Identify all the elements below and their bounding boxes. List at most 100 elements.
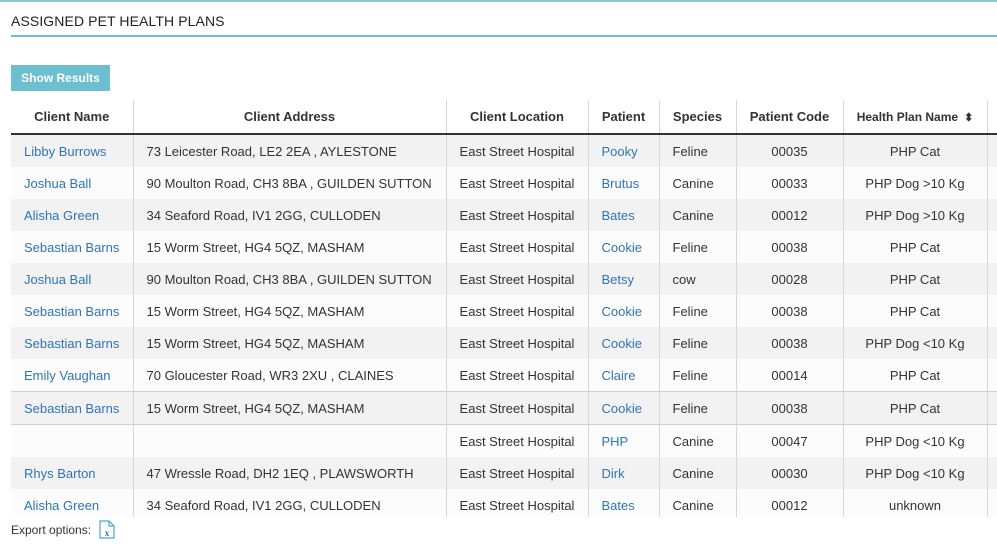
patient-link[interactable]: Cookie <box>602 304 642 319</box>
patient-code-cell: 00035 <box>736 134 844 167</box>
column-header-client-location[interactable]: Client Location <box>446 100 589 135</box>
client-address-cell: 47 Wressle Road, DH2 1EQ , PLAWSWORTH <box>133 457 447 489</box>
client-name-link[interactable]: Rhys Barton <box>24 466 96 481</box>
column-header-overflow <box>987 100 997 135</box>
health-plan-cell: PHP Cat <box>843 295 988 327</box>
patient-code-cell: 00033 <box>736 167 844 199</box>
client-name-link[interactable]: Alisha Green <box>24 208 99 223</box>
species-cell: Canine <box>659 457 737 489</box>
patient-link[interactable]: Bates <box>602 208 635 223</box>
client-name-cell: Sebastian Barns <box>11 295 134 327</box>
patient-cell: Bates <box>588 489 660 517</box>
overflow-cell <box>987 199 997 231</box>
column-header-patient[interactable]: Patient <box>588 100 660 135</box>
patient-link[interactable]: Cookie <box>602 401 642 416</box>
excel-export-icon[interactable]: x <box>99 520 115 539</box>
column-header-client-name[interactable]: Client Name <box>11 100 134 135</box>
overflow-cell <box>987 391 997 425</box>
patient-code-cell: 00047 <box>736 424 844 457</box>
patient-link[interactable]: Betsy <box>602 272 635 287</box>
client-name-cell: Sebastian Barns <box>11 391 134 425</box>
client-location-cell: East Street Hospital <box>446 424 589 457</box>
table-row: Emily Vaughan 70 Gloucester Road, WR3 2XU… <box>11 359 997 392</box>
patient-link[interactable]: Cookie <box>602 336 642 351</box>
column-header-client-address[interactable]: Client Address <box>133 100 447 135</box>
client-address-cell: 15 Worm Street, HG4 5QZ, MASHAM <box>133 391 447 425</box>
client-name-link[interactable]: Sebastian Barns <box>24 240 119 255</box>
patient-link[interactable]: Dirk <box>602 466 625 481</box>
table-row: Rhys Barton 47 Wressle Road, DH2 1EQ , PL… <box>11 457 997 489</box>
health-plan-cell: PHP Cat <box>843 134 988 167</box>
table-row: Sebastian Barns 15 Worm Street, HG4 5QZ, … <box>11 327 997 359</box>
export-options-label: Export options: <box>11 522 92 537</box>
client-location-cell: East Street Hospital <box>446 489 589 517</box>
overflow-cell <box>987 327 997 359</box>
patient-link[interactable]: Pooky <box>602 144 638 159</box>
client-address-cell: 90 Moulton Road, CH3 8BA , GUILDEN SUTTO… <box>133 263 447 295</box>
overflow-cell <box>987 489 997 517</box>
client-name-link[interactable]: Libby Burrows <box>24 144 106 159</box>
health-plan-cell: PHP Dog <10 Kg <box>843 457 988 489</box>
client-name-link[interactable]: Sebastian Barns <box>24 401 119 416</box>
patient-link[interactable]: Claire <box>602 368 636 383</box>
column-header-species[interactable]: Species <box>659 100 737 135</box>
client-name-link[interactable]: Sebastian Barns <box>24 304 119 319</box>
species-cell: Feline <box>659 391 737 425</box>
patient-cell: Cookie <box>588 231 660 263</box>
top-accent-line <box>0 0 997 2</box>
health-plan-cell: PHP Dog >10 Kg <box>843 167 988 199</box>
client-name-link[interactable]: Sebastian Barns <box>24 336 119 351</box>
species-cell: cow <box>659 263 737 295</box>
species-cell: Feline <box>659 231 737 263</box>
patient-cell: Cookie <box>588 295 660 327</box>
table-row: Sebastian Barns 15 Worm Street, HG4 5QZ, … <box>11 295 997 327</box>
client-name-link[interactable]: Emily Vaughan <box>24 368 110 383</box>
patient-cell: PHP <box>588 424 660 457</box>
svg-text:x: x <box>105 528 110 538</box>
table-row: Alisha Green 34 Seaford Road, IV1 2GG, CU… <box>11 489 997 517</box>
table-body: Libby Burrows 73 Leicester Road, LE2 2EA … <box>11 134 997 517</box>
patient-cell: Pooky <box>588 134 660 167</box>
client-name-cell: Sebastian Barns <box>11 327 134 359</box>
patient-cell: Cookie <box>588 391 660 425</box>
column-header-patient-code[interactable]: Patient Code <box>736 100 844 135</box>
client-address-cell <box>133 424 447 457</box>
health-plan-cell: PHP Cat <box>843 263 988 295</box>
client-location-cell: East Street Hospital <box>446 231 589 263</box>
client-name-cell: Sebastian Barns <box>11 231 134 263</box>
health-plan-cell: PHP Cat <box>843 231 988 263</box>
patient-code-cell: 00038 <box>736 391 844 425</box>
client-name-cell: Alisha Green <box>11 199 134 231</box>
client-location-cell: East Street Hospital <box>446 327 589 359</box>
table-row: Joshua Ball 90 Moulton Road, CH3 8BA , GU… <box>11 263 997 295</box>
table-row: East Street Hospital PHP Canine 00047 PHP Do… <box>11 424 997 457</box>
client-location-cell: East Street Hospital <box>446 295 589 327</box>
patient-code-cell: 00038 <box>736 295 844 327</box>
show-results-button[interactable]: Show Results <box>11 65 110 91</box>
client-name-link[interactable]: Joshua Ball <box>24 176 91 191</box>
patient-code-cell: 00014 <box>736 359 844 392</box>
column-header-health-plan-name[interactable]: Health Plan Name ⬍ <box>843 100 988 135</box>
client-location-cell: East Street Hospital <box>446 359 589 392</box>
overflow-cell <box>987 231 997 263</box>
patient-cell: Cookie <box>588 327 660 359</box>
page-title: ASSIGNED PET HEALTH PLANS <box>11 13 225 29</box>
patient-link[interactable]: Brutus <box>602 176 640 191</box>
overflow-cell <box>987 359 997 392</box>
species-cell: Feline <box>659 134 737 167</box>
client-address-cell: 34 Seaford Road, IV1 2GG, CULLODEN <box>133 199 447 231</box>
patient-link[interactable]: Bates <box>602 498 635 513</box>
species-cell: Feline <box>659 359 737 392</box>
species-cell: Feline <box>659 327 737 359</box>
overflow-cell <box>987 295 997 327</box>
patient-link[interactable]: PHP <box>602 434 629 449</box>
client-name-cell: Rhys Barton <box>11 457 134 489</box>
client-location-cell: East Street Hospital <box>446 199 589 231</box>
client-name-link[interactable]: Alisha Green <box>24 498 99 513</box>
patient-code-cell: 00038 <box>736 231 844 263</box>
sort-both-icon[interactable]: ⬍ <box>964 112 973 124</box>
health-plans-table-container: Client Name Client Address Client Locati… <box>11 100 997 517</box>
client-name-link[interactable]: Joshua Ball <box>24 272 91 287</box>
patient-link[interactable]: Cookie <box>602 240 642 255</box>
patient-code-cell: 00038 <box>736 327 844 359</box>
